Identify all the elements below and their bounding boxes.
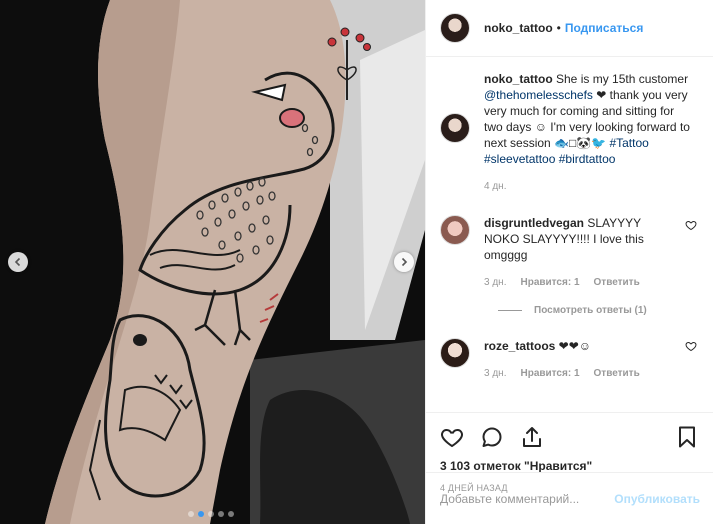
tattoo-photo: [0, 0, 425, 524]
share-button[interactable]: [520, 425, 544, 449]
comment-meta: 3 дн. Нравится: 1 Ответить: [484, 275, 674, 291]
comment-like-heart-icon[interactable]: [685, 340, 697, 352]
post-media[interactable]: [0, 0, 425, 524]
header-separator: •: [556, 21, 561, 35]
caption-text: noko_tattoo She is my 15th customer @the…: [484, 71, 692, 195]
comment-timestamp[interactable]: 3 дн.: [484, 366, 506, 382]
post-header: noko_tattoo • Подписаться: [426, 0, 713, 57]
reply-button[interactable]: Ответить: [594, 366, 640, 382]
previous-image-button[interactable]: [8, 252, 28, 272]
commenter-avatar[interactable]: [440, 338, 470, 368]
action-icon-row: [440, 419, 699, 455]
carousel-indicator: [188, 511, 234, 517]
publish-button[interactable]: Опубликовать: [614, 492, 700, 506]
carousel-dot: [188, 511, 194, 517]
comment-meta: 3 дн. Нравится: 1 Ответить: [484, 366, 674, 382]
replies-divider: [498, 310, 522, 311]
chevron-left-icon: [14, 257, 21, 267]
save-button[interactable]: [675, 425, 699, 449]
author-username[interactable]: noko_tattoo: [484, 21, 553, 35]
caption-mention-link[interactable]: @thehomelesschefs: [484, 88, 593, 102]
comment-input[interactable]: [440, 491, 615, 506]
commenter-username[interactable]: disgruntledvegan: [484, 216, 584, 230]
follow-button[interactable]: Подписаться: [565, 21, 643, 35]
caption-timestamp[interactable]: 4 дн.: [484, 179, 692, 195]
comment-likes[interactable]: Нравится: 1: [520, 275, 579, 291]
add-comment-bar: Опубликовать: [426, 472, 713, 524]
hashtag-link[interactable]: #birdtattoo: [559, 152, 616, 166]
caption-author-avatar[interactable]: [440, 113, 470, 143]
comment-button[interactable]: [480, 425, 504, 449]
post-sidebar: noko_tattoo • Подписаться noko_tattoo Sh…: [425, 0, 713, 524]
next-image-button[interactable]: [394, 252, 414, 272]
post-caption: noko_tattoo She is my 15th customer @the…: [440, 71, 699, 195]
comment-item: disgruntledvegan SLAYYYY NOKO SLAYYYY!!!…: [440, 215, 699, 291]
instagram-post: noko_tattoo • Подписаться noko_tattoo Sh…: [0, 0, 713, 524]
hashtag-link[interactable]: #Tattoo: [609, 136, 648, 150]
comment-likes[interactable]: Нравится: 1: [520, 366, 579, 382]
carousel-dot: [218, 511, 224, 517]
comment-bubble-icon: [482, 427, 502, 447]
author-avatar[interactable]: [440, 13, 470, 43]
like-button[interactable]: [440, 425, 464, 449]
carousel-dot: [198, 511, 204, 517]
caption-body-1: She is my 15th customer: [552, 72, 689, 86]
comment-body: roze_tattoos ❤❤☺ 3 дн. Нравится: 1 Ответ…: [484, 338, 674, 382]
comment-text: ❤❤☺: [555, 339, 592, 353]
chevron-right-icon: [401, 257, 408, 267]
reply-button[interactable]: Ответить: [594, 275, 640, 291]
share-icon: [523, 427, 541, 447]
heart-icon: [441, 428, 463, 448]
view-replies-label: Посмотреть ответы (1): [534, 305, 647, 316]
view-replies-button[interactable]: Посмотреть ответы (1): [498, 305, 699, 316]
carousel-dot: [208, 511, 214, 517]
comment-like-heart-icon[interactable]: [685, 219, 697, 231]
comment-timestamp[interactable]: 3 дн.: [484, 275, 506, 291]
caption-username[interactable]: noko_tattoo: [484, 72, 553, 86]
comments-section: noko_tattoo She is my 15th customer @the…: [426, 57, 713, 412]
comment-body: disgruntledvegan SLAYYYY NOKO SLAYYYY!!!…: [484, 215, 674, 291]
bookmark-icon: [679, 426, 695, 448]
hashtag-link[interactable]: #sleevetattoo: [484, 152, 555, 166]
commenter-avatar[interactable]: [440, 215, 470, 245]
like-count[interactable]: 3 103 отметок "Нравится": [440, 459, 699, 473]
comment-item: roze_tattoos ❤❤☺ 3 дн. Нравится: 1 Ответ…: [440, 338, 699, 382]
commenter-username[interactable]: roze_tattoos: [484, 339, 555, 353]
carousel-dot: [228, 511, 234, 517]
